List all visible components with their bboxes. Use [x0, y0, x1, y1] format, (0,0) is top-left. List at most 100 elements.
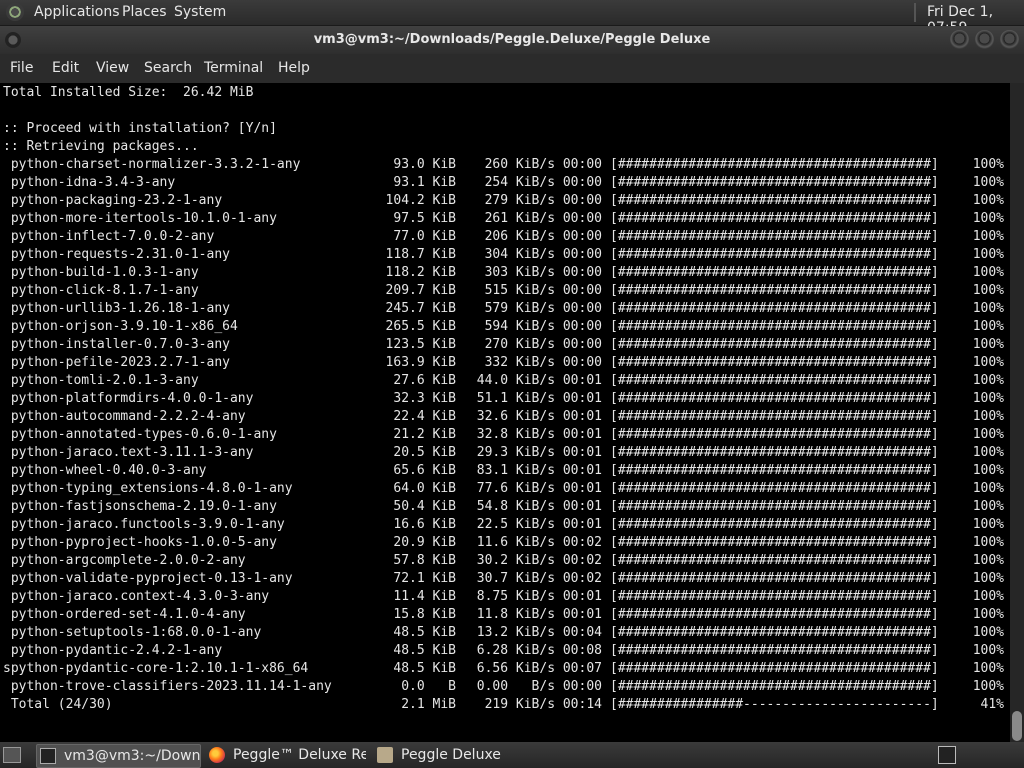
terminal-window: vm3@vm3:~/Downloads/Peggle.Deluxe/Peggle… [0, 26, 1024, 742]
package-row: spython-pydantic-core-1:2.10.1-1-x86_64 4… [0, 660, 1010, 678]
scrollbar-thumb[interactable] [1012, 711, 1022, 741]
bottom-taskbar: vm3@vm3:~/Downloads/Peggle.Deluxe/Peggle… [0, 742, 1024, 768]
package-size: 2.1 MiB [401, 697, 456, 712]
maximize-button[interactable] [975, 30, 994, 49]
package-name: python-pydantic-2.4.2-1-any [3, 643, 223, 658]
progress-percent: 100% [972, 625, 1004, 640]
package-row: python-more-itertools-10.1.0-1-any 97.5 K… [0, 210, 1010, 228]
progress-bar: [#######################################… [610, 445, 939, 460]
menu-view[interactable]: View [96, 60, 129, 76]
progress-bar: [#######################################… [610, 319, 939, 334]
package-name: python-inflect-7.0.0-2-any [3, 229, 215, 244]
package-rate: 32.6 KiB/s 00:01 [476, 409, 602, 424]
progress-bar: [#######################################… [610, 571, 939, 586]
package-rate: 44.0 KiB/s 00:01 [476, 373, 602, 388]
package-rate: 32.8 KiB/s 00:01 [476, 427, 602, 442]
package-name: python-more-itertools-10.1.0-1-any [3, 211, 277, 226]
package-row: python-trove-classifiers-2023.11.14-1-an… [0, 678, 1010, 696]
minimize-button[interactable] [950, 30, 969, 49]
progress-percent: 100% [972, 319, 1004, 334]
package-name: python-fastjsonschema-2.19.0-1-any [3, 499, 277, 514]
package-name: python-wheel-0.40.0-3-any [3, 463, 207, 478]
close-button[interactable] [1000, 30, 1019, 49]
taskbar-item-label: vm3@vm3:~/Downloads/Peggle.Deluxe/Peggle… [64, 748, 200, 764]
progress-percent: 100% [972, 391, 1004, 406]
window-menu-icon[interactable] [5, 32, 21, 48]
distro-logo-icon[interactable] [6, 3, 24, 21]
package-name: python-orjson-3.9.10-1-x86_64 [3, 319, 238, 334]
package-row: python-fastjsonschema-2.19.0-1-any 50.4 K… [0, 498, 1010, 516]
menu-system[interactable]: System [174, 4, 226, 20]
menu-file[interactable]: File [10, 60, 33, 76]
package-name: python-charset-normalizer-3.3.2-1-any [3, 157, 301, 172]
package-row: python-jaraco.context-4.3.0-3-any 11.4 Ki… [0, 588, 1010, 606]
progress-bar: [#######################################… [610, 157, 939, 172]
progress-percent: 100% [972, 499, 1004, 514]
progress-percent: 100% [972, 553, 1004, 568]
progress-bar: [#######################################… [610, 499, 939, 514]
terminal-scrollbar[interactable] [1010, 83, 1024, 742]
package-name: python-requests-2.31.0-1-any [3, 247, 230, 262]
progress-percent: 100% [972, 265, 1004, 280]
package-name: python-build-1.0.3-1-any [3, 265, 199, 280]
package-row: Total (24/30) 2.1 MiB 219 KiB/s 00:14 [####… [0, 696, 1010, 714]
menu-places[interactable]: Places [122, 4, 167, 20]
menu-help[interactable]: Help [278, 60, 310, 76]
package-size: 22.4 KiB [393, 409, 456, 424]
package-name: python-argcomplete-2.0.0-2-any [3, 553, 246, 568]
package-rate: 219 KiB/s 00:14 [484, 697, 602, 712]
progress-percent: 41% [980, 697, 1004, 712]
taskbar-item-firefox[interactable]: Peggle™ Deluxe Re... [206, 744, 366, 766]
taskbar-item-terminal[interactable]: vm3@vm3:~/Downloads/Peggle.Deluxe/Peggle… [36, 744, 201, 768]
package-size: 118.7 KiB [385, 247, 456, 262]
package-size: 265.5 KiB [385, 319, 456, 334]
progress-bar: [#######################################… [610, 211, 939, 226]
tray-terminal-icon[interactable] [938, 746, 956, 764]
progress-bar: [#######################################… [610, 535, 939, 550]
progress-bar: [#######################################… [610, 373, 939, 388]
package-row: python-typing_extensions-4.8.0-1-any 64.0… [0, 480, 1010, 498]
window-titlebar[interactable]: vm3@vm3:~/Downloads/Peggle.Deluxe/Peggle… [0, 26, 1024, 54]
package-row: python-setuptools-1:68.0.0-1-any 48.5 KiB… [0, 624, 1010, 642]
firefox-icon [209, 747, 225, 763]
package-rate: 0.00 B/s 00:00 [476, 679, 602, 694]
progress-percent: 100% [972, 337, 1004, 352]
progress-percent: 100% [972, 193, 1004, 208]
package-size: 163.9 KiB [385, 355, 456, 370]
package-rate: 304 KiB/s 00:00 [484, 247, 602, 262]
package-row: python-pefile-2023.2.7-1-any 163.9 KiB 332… [0, 354, 1010, 372]
menu-applications[interactable]: Applications [34, 4, 120, 20]
progress-bar: [#######################################… [610, 589, 939, 604]
taskbar-item-folder[interactable]: Peggle Deluxe [374, 744, 524, 766]
progress-percent: 100% [972, 355, 1004, 370]
menu-search[interactable]: Search [144, 60, 192, 76]
show-desktop-icon[interactable] [3, 747, 21, 763]
package-name: python-tomli-2.0.1-3-any [3, 373, 199, 388]
package-size: 20.9 KiB [393, 535, 456, 550]
package-row: python-installer-0.7.0-3-any 123.5 KiB 270… [0, 336, 1010, 354]
progress-bar: [#######################################… [610, 283, 939, 298]
package-row: python-annotated-types-0.6.0-1-any 21.2 K… [0, 426, 1010, 444]
package-row: python-urllib3-1.26.18-1-any 245.7 KiB 579… [0, 300, 1010, 318]
progress-bar: [################-----------------------… [610, 697, 939, 712]
progress-bar: [#######################################… [610, 301, 939, 316]
package-size: 15.8 KiB [393, 607, 456, 622]
menu-terminal[interactable]: Terminal [204, 60, 263, 76]
menu-edit[interactable]: Edit [52, 60, 79, 76]
package-rate: 254 KiB/s 00:00 [484, 175, 602, 190]
package-name: python-jaraco.context-4.3.0-3-any [3, 589, 270, 604]
progress-percent: 100% [972, 211, 1004, 226]
package-rate: 77.6 KiB/s 00:01 [476, 481, 602, 496]
terminal-output[interactable]: Total Installed Size: 26.42 MiB :: Proce… [0, 83, 1010, 742]
terminal-line: :: Retrieving packages... [3, 139, 199, 154]
package-size: 245.7 KiB [385, 301, 456, 316]
package-size: 209.7 KiB [385, 283, 456, 298]
progress-percent: 100% [972, 283, 1004, 298]
package-name: python-installer-0.7.0-3-any [3, 337, 230, 352]
menubar: File Edit View Search Terminal Help [0, 54, 1024, 82]
progress-percent: 100% [972, 661, 1004, 676]
terminal-line: :: Proceed with installation? [Y/n] [3, 121, 277, 136]
terminal-icon [40, 748, 56, 764]
terminal-line: Total Installed Size: 26.42 MiB [3, 85, 254, 100]
package-rate: 206 KiB/s 00:00 [484, 229, 602, 244]
